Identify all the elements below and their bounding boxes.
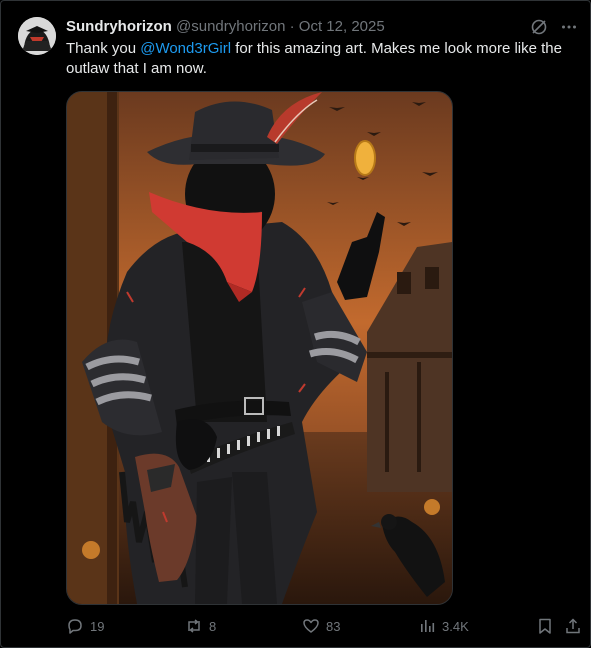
share-button[interactable] (564, 614, 582, 638)
repost-icon (188, 619, 200, 633)
more-icon[interactable] (559, 17, 579, 37)
bookmark-button[interactable] (536, 614, 554, 638)
mention-link[interactable]: @Wond3rGirl (140, 40, 231, 57)
tweet-image[interactable] (66, 91, 453, 605)
avatar[interactable] (18, 17, 56, 55)
display-name[interactable]: Sundryhorizon (66, 18, 172, 35)
action-bar: 19 8 83 3.4K (66, 614, 586, 638)
tweet-text: Thank you @Wond3rGirl for this amazing a… (66, 39, 578, 79)
views-button[interactable]: 3.4K (418, 614, 469, 638)
like-count: 83 (326, 618, 341, 634)
top-actions (529, 17, 579, 37)
heart-icon (303, 619, 319, 633)
like-button[interactable]: 83 (302, 614, 340, 638)
reply-icon (68, 619, 82, 634)
repost-button[interactable]: 8 (185, 614, 216, 638)
reply-button[interactable]: 19 (66, 614, 104, 638)
timestamp[interactable]: Oct 12, 2025 (299, 18, 385, 35)
tweet-header: Sundryhorizon @sundryhorizon · Oct 12, 2… (66, 17, 551, 37)
repost-count: 8 (209, 618, 217, 634)
handle[interactable]: @sundryhorizon (176, 18, 285, 35)
separator-dot: · (289, 18, 295, 35)
view-count: 3.4K (442, 618, 469, 634)
analytics-icon (421, 620, 435, 632)
bookmark-icon (539, 618, 551, 634)
cowboy-outlaw-illustration (67, 92, 452, 604)
reply-count: 19 (90, 618, 105, 634)
tweet-text-before: Thank you (66, 40, 141, 57)
share-icon (566, 618, 580, 634)
grok-icon[interactable] (529, 17, 549, 37)
